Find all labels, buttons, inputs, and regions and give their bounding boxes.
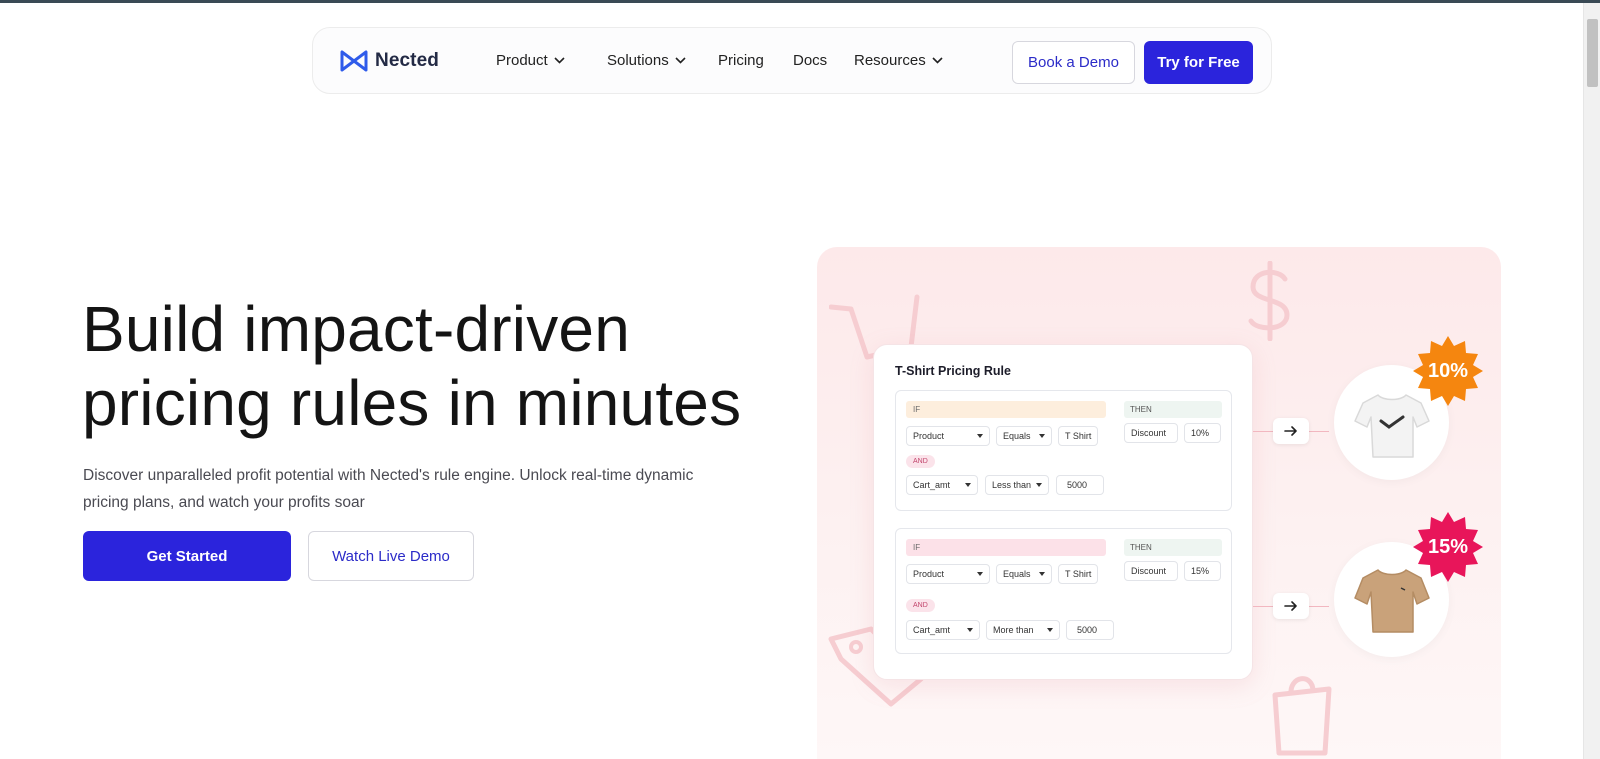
action-value-input[interactable]: 15% bbox=[1184, 561, 1221, 581]
pricing-rule-card: T-Shirt Pricing Rule IF THEN Product Equ… bbox=[873, 344, 1253, 680]
condition-field-value: Product bbox=[913, 431, 945, 441]
pricing-illustration: T-Shirt Pricing Rule IF THEN Product Equ… bbox=[817, 247, 1501, 759]
chevron-down-icon bbox=[675, 57, 686, 64]
chevron-down-icon bbox=[932, 57, 943, 64]
arrow-right-icon bbox=[1284, 601, 1297, 611]
nected-logo-icon bbox=[340, 50, 368, 72]
condition-value-input[interactable]: 5000 bbox=[1066, 620, 1114, 640]
arrow-button bbox=[1273, 593, 1309, 619]
if-label: IF bbox=[906, 401, 1106, 418]
dollar-icon bbox=[1248, 261, 1290, 341]
rule-block-2: IF THEN Product Equals T Shirt Discount … bbox=[895, 528, 1232, 654]
condition-operator-select[interactable]: Less than bbox=[985, 475, 1049, 495]
condition-field-value: Product bbox=[913, 569, 945, 579]
nav-pricing[interactable]: Pricing bbox=[718, 52, 764, 69]
top-border bbox=[0, 0, 1600, 3]
caret-down-icon bbox=[977, 572, 983, 576]
shopping-bag-icon bbox=[1272, 676, 1332, 756]
and-label: AND bbox=[906, 599, 935, 612]
nav-product[interactable]: Product bbox=[496, 52, 565, 69]
condition-operator-select[interactable]: Equals bbox=[996, 426, 1052, 446]
condition-field-select[interactable]: Product bbox=[906, 564, 990, 584]
nav-resources[interactable]: Resources bbox=[854, 52, 943, 69]
caret-down-icon bbox=[977, 434, 983, 438]
condition-field-value: Cart_amt bbox=[913, 625, 951, 635]
caret-down-icon bbox=[967, 628, 973, 632]
if-label: IF bbox=[906, 539, 1106, 556]
badge-label: 15% bbox=[1427, 535, 1469, 558]
condition-operator-value: Equals bbox=[1003, 569, 1031, 579]
caret-down-icon bbox=[1039, 572, 1045, 576]
caret-down-icon bbox=[1047, 628, 1053, 632]
nav-solutions[interactable]: Solutions bbox=[607, 52, 686, 69]
condition-value-input[interactable]: T Shirt bbox=[1058, 426, 1098, 446]
discount-badge-10: 10% bbox=[1413, 336, 1483, 406]
nav-docs-label: Docs bbox=[793, 52, 828, 69]
card-title: T-Shirt Pricing Rule bbox=[895, 364, 1011, 378]
condition-operator-value: More than bbox=[993, 625, 1034, 635]
action-field[interactable]: Discount bbox=[1124, 561, 1178, 581]
discount-badge-15: 15% bbox=[1413, 512, 1483, 582]
hero-subtitle: Discover unparalleled profit potential w… bbox=[83, 467, 694, 511]
nav-product-label: Product bbox=[496, 52, 548, 69]
rule-block-1: IF THEN Product Equals T Shirt Discount … bbox=[895, 390, 1232, 511]
condition-operator-select[interactable]: Equals bbox=[996, 564, 1052, 584]
condition-value-input[interactable]: T Shirt bbox=[1058, 564, 1098, 584]
logo[interactable]: Nected bbox=[339, 49, 439, 73]
page-scrollbar[interactable] bbox=[1583, 3, 1600, 759]
chevron-down-icon bbox=[554, 57, 565, 64]
action-value-input[interactable]: 10% bbox=[1184, 423, 1221, 443]
condition-field-value: Cart_amt bbox=[913, 480, 951, 490]
nav-docs[interactable]: Docs bbox=[793, 52, 827, 69]
scrollbar-thumb[interactable] bbox=[1587, 19, 1598, 87]
condition-field-select[interactable]: Cart_amt bbox=[906, 620, 980, 640]
condition-operator-value: Less than bbox=[992, 480, 1032, 490]
book-demo-button[interactable]: Book a Demo bbox=[1012, 41, 1135, 84]
caret-down-icon bbox=[965, 483, 971, 487]
hero-title: Build impact-driven pricing rules in min… bbox=[82, 292, 762, 440]
condition-field-select[interactable]: Product bbox=[906, 426, 990, 446]
condition-operator-value: Equals bbox=[1003, 431, 1031, 441]
then-label: THEN bbox=[1124, 401, 1222, 418]
nav-solutions-label: Solutions bbox=[607, 52, 669, 69]
logo-text: Nected bbox=[375, 50, 439, 71]
caret-down-icon bbox=[1036, 483, 1042, 487]
condition-field-select[interactable]: Cart_amt bbox=[906, 475, 978, 495]
condition-operator-select[interactable]: More than bbox=[986, 620, 1060, 640]
watch-live-demo-button[interactable]: Watch Live Demo bbox=[308, 531, 474, 581]
navbar: Nected Product Solutions Pricing Docs Re… bbox=[312, 27, 1272, 94]
nav-pricing-label: Pricing bbox=[718, 52, 764, 69]
hero-title-line1: Build impact-driven bbox=[82, 293, 631, 365]
caret-down-icon bbox=[1039, 434, 1045, 438]
nav-resources-label: Resources bbox=[854, 52, 926, 69]
get-started-button[interactable]: Get Started bbox=[83, 531, 291, 581]
arrow-button bbox=[1273, 418, 1309, 444]
and-label: AND bbox=[906, 455, 935, 468]
try-free-button[interactable]: Try for Free bbox=[1144, 41, 1253, 84]
action-field[interactable]: Discount bbox=[1124, 423, 1178, 443]
arrow-right-icon bbox=[1284, 426, 1297, 436]
badge-label: 10% bbox=[1427, 359, 1469, 382]
then-label: THEN bbox=[1124, 539, 1222, 556]
condition-value-input[interactable]: 5000 bbox=[1056, 475, 1104, 495]
hero-title-line2: pricing rules in minutes bbox=[82, 367, 742, 439]
